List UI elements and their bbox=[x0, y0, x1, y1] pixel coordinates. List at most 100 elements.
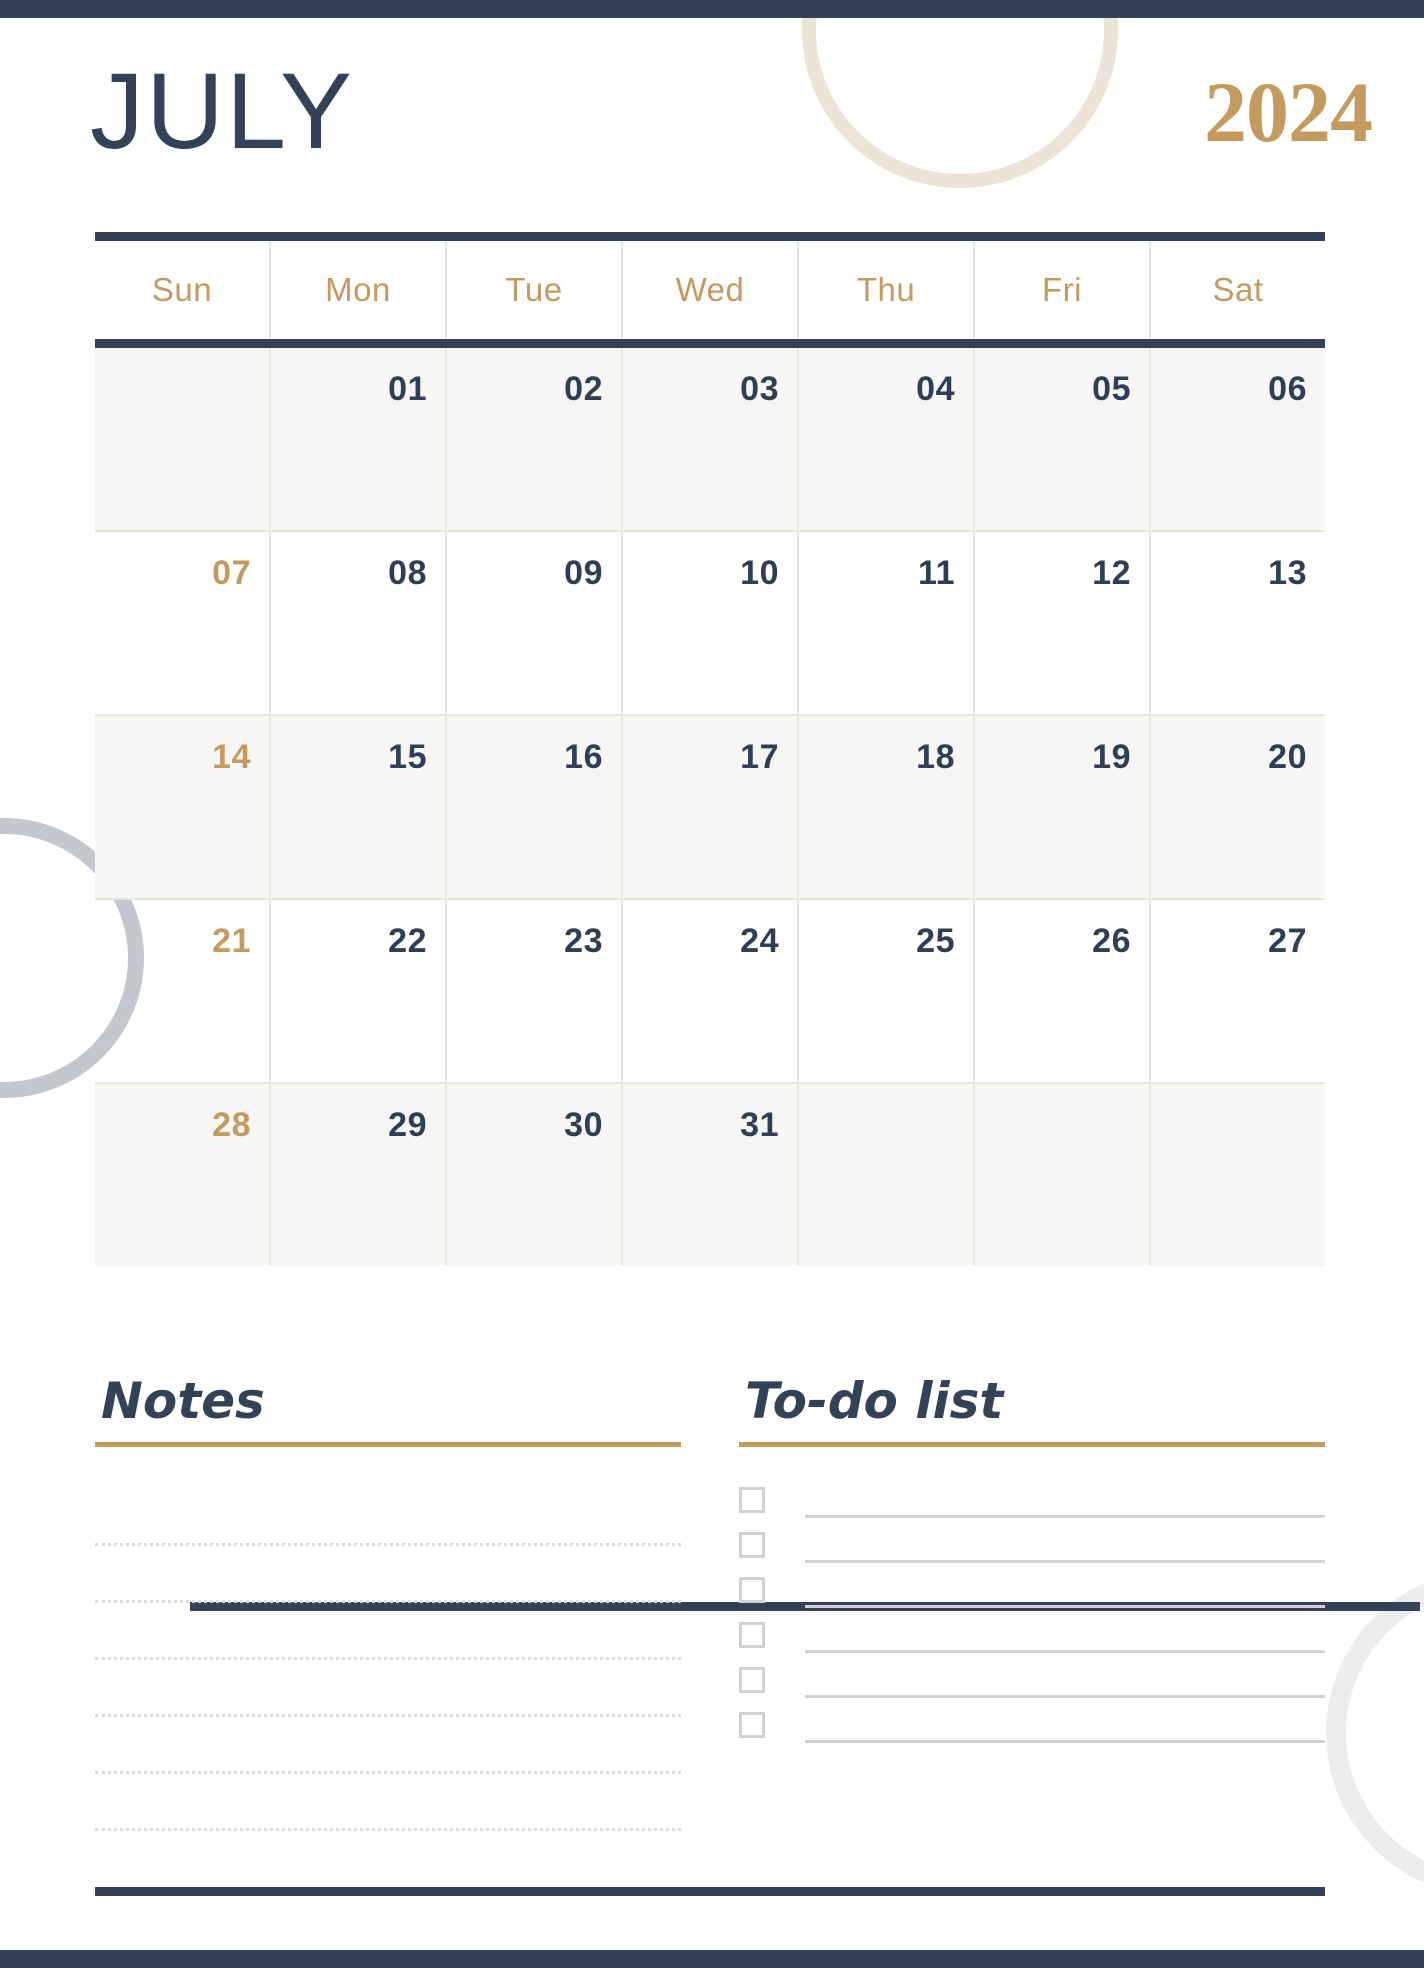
todo-checkbox[interactable] bbox=[739, 1711, 765, 1738]
todo-checkbox[interactable] bbox=[739, 1576, 765, 1603]
day-number: 10 bbox=[740, 554, 779, 592]
weeks-container: 01 02 03 04 05 06 07 08 09 10 11 12 13 14 15 16 17 18 19 20… bbox=[95, 348, 1325, 1266]
day-cell-12[interactable]: 12 bbox=[975, 532, 1151, 714]
day-number: 12 bbox=[1092, 554, 1131, 592]
day-cell-06[interactable]: 06 bbox=[1151, 348, 1325, 530]
todo-title-rule bbox=[739, 1442, 1325, 1447]
todo-item-line[interactable] bbox=[805, 1650, 1325, 1653]
day-cell-03[interactable]: 03 bbox=[623, 348, 799, 530]
day-cell-11[interactable]: 11 bbox=[799, 532, 975, 714]
day-cell-19[interactable]: 19 bbox=[975, 716, 1151, 898]
day-cell-09[interactable]: 09 bbox=[447, 532, 623, 714]
notes-line[interactable] bbox=[95, 1603, 681, 1660]
weekday-header-row: Sun Mon Tue Wed Thu Fri Sat bbox=[95, 241, 1325, 339]
day-number: 28 bbox=[212, 1106, 251, 1144]
weekday-header-wed: Wed bbox=[623, 241, 799, 339]
notes-title: Notes bbox=[101, 1372, 265, 1430]
todo-row bbox=[739, 1522, 1325, 1567]
day-number: 31 bbox=[740, 1106, 779, 1144]
day-cell-16[interactable]: 16 bbox=[447, 716, 623, 898]
day-cell-10[interactable]: 10 bbox=[623, 532, 799, 714]
day-cell-21[interactable]: 21 bbox=[95, 900, 271, 1082]
day-number: 26 bbox=[1092, 922, 1131, 960]
day-cell-25[interactable]: 25 bbox=[799, 900, 975, 1082]
day-cell-01[interactable]: 01 bbox=[271, 348, 447, 530]
weekday-header-fri: Fri bbox=[975, 241, 1151, 339]
day-number: 09 bbox=[564, 554, 603, 592]
week-row: 07 08 09 10 11 12 13 bbox=[95, 530, 1325, 714]
day-number: 25 bbox=[916, 922, 955, 960]
day-number: 07 bbox=[212, 554, 251, 592]
day-cell-05[interactable]: 05 bbox=[975, 348, 1151, 530]
day-cell-31[interactable]: 31 bbox=[623, 1084, 799, 1266]
day-cell-02[interactable]: 02 bbox=[447, 348, 623, 530]
notes-writing-area[interactable] bbox=[95, 1489, 681, 1831]
todo-title: To-do list bbox=[745, 1372, 1004, 1430]
top-band bbox=[0, 0, 1424, 18]
day-number: 14 bbox=[212, 738, 251, 776]
day-cell-28[interactable]: 28 bbox=[95, 1084, 271, 1266]
day-number: 11 bbox=[918, 554, 955, 592]
week-row: 28 29 30 31 bbox=[95, 1082, 1325, 1266]
notes-line[interactable] bbox=[95, 1774, 681, 1831]
todo-item-line[interactable] bbox=[805, 1695, 1325, 1698]
week-row: 21 22 23 24 25 26 27 bbox=[95, 898, 1325, 1082]
day-number: 19 bbox=[1092, 738, 1131, 776]
day-number: 03 bbox=[740, 370, 779, 408]
notes-line[interactable] bbox=[95, 1717, 681, 1774]
day-cell-14[interactable]: 14 bbox=[95, 716, 271, 898]
todo-checkbox[interactable] bbox=[739, 1531, 765, 1558]
day-cell-23[interactable]: 23 bbox=[447, 900, 623, 1082]
day-number: 06 bbox=[1268, 370, 1307, 408]
day-number: 17 bbox=[740, 738, 779, 776]
notes-line[interactable] bbox=[95, 1660, 681, 1717]
day-number: 30 bbox=[564, 1106, 603, 1144]
day-cell-15[interactable]: 15 bbox=[271, 716, 447, 898]
weekday-header-sat: Sat bbox=[1212, 271, 1264, 308]
calendar-grid: Sun Mon Tue Wed Thu Fri Sat 01 02 03 04 05 06 07 08 09… bbox=[95, 232, 1420, 1611]
todo-row bbox=[739, 1612, 1325, 1657]
todo-item-line[interactable] bbox=[805, 1515, 1325, 1518]
day-number: 02 bbox=[564, 370, 603, 408]
todo-checkbox[interactable] bbox=[739, 1486, 765, 1513]
day-number: 27 bbox=[1268, 922, 1307, 960]
notes-line[interactable] bbox=[95, 1546, 681, 1603]
day-number: 29 bbox=[388, 1106, 427, 1144]
calendar-page: JULY 2024 Sun Mon Tue Wed Thu Fri Sat 01 02 03 04… bbox=[0, 0, 1424, 1968]
day-number: 04 bbox=[916, 370, 955, 408]
todo-checkbox[interactable] bbox=[739, 1666, 765, 1693]
todo-item-line[interactable] bbox=[805, 1560, 1325, 1563]
day-number: 01 bbox=[388, 370, 427, 408]
weekday-divider-rule bbox=[95, 339, 1325, 348]
day-number: 15 bbox=[388, 738, 427, 776]
day-cell-26[interactable]: 26 bbox=[975, 900, 1151, 1082]
bottom-band bbox=[0, 1950, 1424, 1968]
day-number: 05 bbox=[1092, 370, 1131, 408]
calendar-header: JULY 2024 bbox=[90, 52, 1373, 170]
day-cell-22[interactable]: 22 bbox=[271, 900, 447, 1082]
day-cell-07[interactable]: 07 bbox=[95, 532, 271, 714]
day-cell-24[interactable]: 24 bbox=[623, 900, 799, 1082]
week-row: 01 02 03 04 05 06 bbox=[95, 348, 1325, 530]
todo-item-line[interactable] bbox=[805, 1740, 1325, 1743]
day-number: 23 bbox=[564, 922, 603, 960]
day-cell-29[interactable]: 29 bbox=[271, 1084, 447, 1266]
week-row: 14 15 16 17 18 19 20 bbox=[95, 714, 1325, 898]
day-cell-empty bbox=[1151, 1084, 1325, 1266]
weekday-header-tue: Tue bbox=[447, 241, 623, 339]
todo-item-line[interactable] bbox=[805, 1605, 1325, 1608]
day-cell-empty bbox=[799, 1084, 975, 1266]
day-cell-30[interactable]: 30 bbox=[447, 1084, 623, 1266]
todo-row bbox=[739, 1657, 1325, 1702]
day-cell-13[interactable]: 13 bbox=[1151, 532, 1325, 714]
day-cell-18[interactable]: 18 bbox=[799, 716, 975, 898]
day-cell-17[interactable]: 17 bbox=[623, 716, 799, 898]
day-cell-27[interactable]: 27 bbox=[1151, 900, 1325, 1082]
day-cell-20[interactable]: 20 bbox=[1151, 716, 1325, 898]
weekday-header-thu: Thu bbox=[799, 241, 975, 339]
notes-line[interactable] bbox=[95, 1489, 681, 1546]
day-cell-04[interactable]: 04 bbox=[799, 348, 975, 530]
todo-checkbox[interactable] bbox=[739, 1621, 765, 1648]
calendar-top-rule bbox=[95, 232, 1325, 241]
day-cell-08[interactable]: 08 bbox=[271, 532, 447, 714]
